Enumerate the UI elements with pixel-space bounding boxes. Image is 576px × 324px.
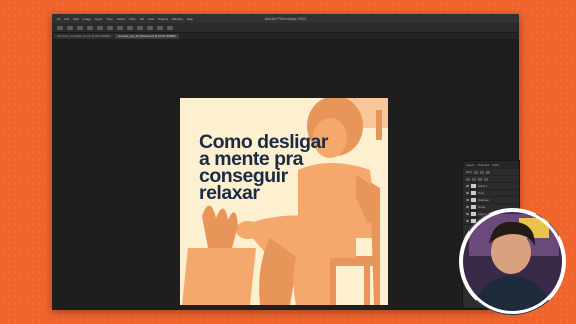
layer-name: Texto [478, 191, 484, 195]
app-title: Adobe Photoshop 2022 [264, 16, 307, 21]
align-right-icon[interactable] [117, 25, 123, 30]
filter-icon[interactable] [473, 170, 478, 174]
home-icon[interactable] [57, 25, 63, 30]
move-tool-icon[interactable] [67, 25, 73, 30]
tab-paths[interactable]: Paths [492, 163, 499, 167]
pan-3d-icon[interactable] [167, 25, 173, 30]
layer-options-row [463, 176, 519, 183]
layer-row[interactable]: Ilustracao [463, 197, 519, 204]
webcam-overlay [459, 208, 566, 315]
lock-icon[interactable] [466, 177, 470, 181]
tab-channels[interactable]: Channels [477, 163, 489, 167]
options-bar [52, 23, 519, 33]
layer-thumbnail [471, 198, 476, 202]
chair-back [370, 182, 380, 305]
layer-name: Fundo [478, 205, 486, 209]
eye-icon[interactable] [466, 220, 469, 222]
more-options-icon[interactable] [137, 25, 143, 30]
plant-leaves [202, 205, 238, 248]
3d-mode-icon[interactable] [147, 25, 153, 30]
eye-icon[interactable] [466, 206, 469, 208]
layer-name: Group 1 [478, 184, 488, 188]
rotate-3d-icon[interactable] [157, 25, 163, 30]
artboard-headline[interactable]: Como desligar a mente pra conseguir rela… [199, 132, 328, 204]
chair-leg [364, 266, 370, 305]
leg [293, 248, 330, 305]
webcam-presenter [460, 209, 565, 315]
photoshop-window: Ps File Edit Image Layer Type Select Fil… [52, 14, 519, 310]
layers-panel-tabs: Layers Channels Paths [463, 161, 519, 169]
layer-thumbnail [471, 212, 476, 216]
eye-icon[interactable] [466, 213, 469, 215]
lock-icon[interactable] [478, 177, 482, 181]
filter-icon[interactable] [485, 170, 490, 174]
layer-thumbnail [471, 205, 476, 209]
eye-icon[interactable] [466, 199, 469, 201]
canvas-area[interactable]: Como desligar a mente pra conseguir rela… [52, 39, 519, 310]
auto-select-checkbox[interactable] [77, 25, 83, 30]
headline-line: relaxar [199, 182, 260, 204]
transform-controls-icon[interactable] [87, 25, 93, 30]
hand [236, 221, 260, 239]
plant-pot [182, 248, 256, 305]
lock-icon[interactable] [484, 177, 488, 181]
layer-thumbnail [471, 184, 476, 188]
filter-kind-select[interactable]: Kind [466, 170, 472, 174]
chair-leg [330, 266, 336, 305]
layer-name: Ilustracao [478, 198, 489, 202]
title-bar: Ps File Edit Image Layer Type Select Fil… [52, 14, 519, 23]
layer-row[interactable]: Group 1 [463, 183, 519, 190]
lock-icon[interactable] [472, 177, 476, 181]
eye-icon[interactable] [466, 185, 469, 187]
layer-filter-row: Kind [463, 169, 519, 176]
distribute-icon[interactable] [127, 25, 133, 30]
artboard[interactable]: Como desligar a mente pra conseguir rela… [180, 98, 388, 305]
layer-row[interactable]: Texto [463, 190, 519, 197]
layer-thumbnail [471, 191, 476, 195]
eye-icon[interactable] [466, 192, 469, 194]
filter-icon[interactable] [479, 170, 484, 174]
align-center-icon[interactable] [107, 25, 113, 30]
align-left-icon[interactable] [97, 25, 103, 30]
window-frame [376, 110, 382, 140]
tab-layers[interactable]: Layers [466, 163, 474, 167]
